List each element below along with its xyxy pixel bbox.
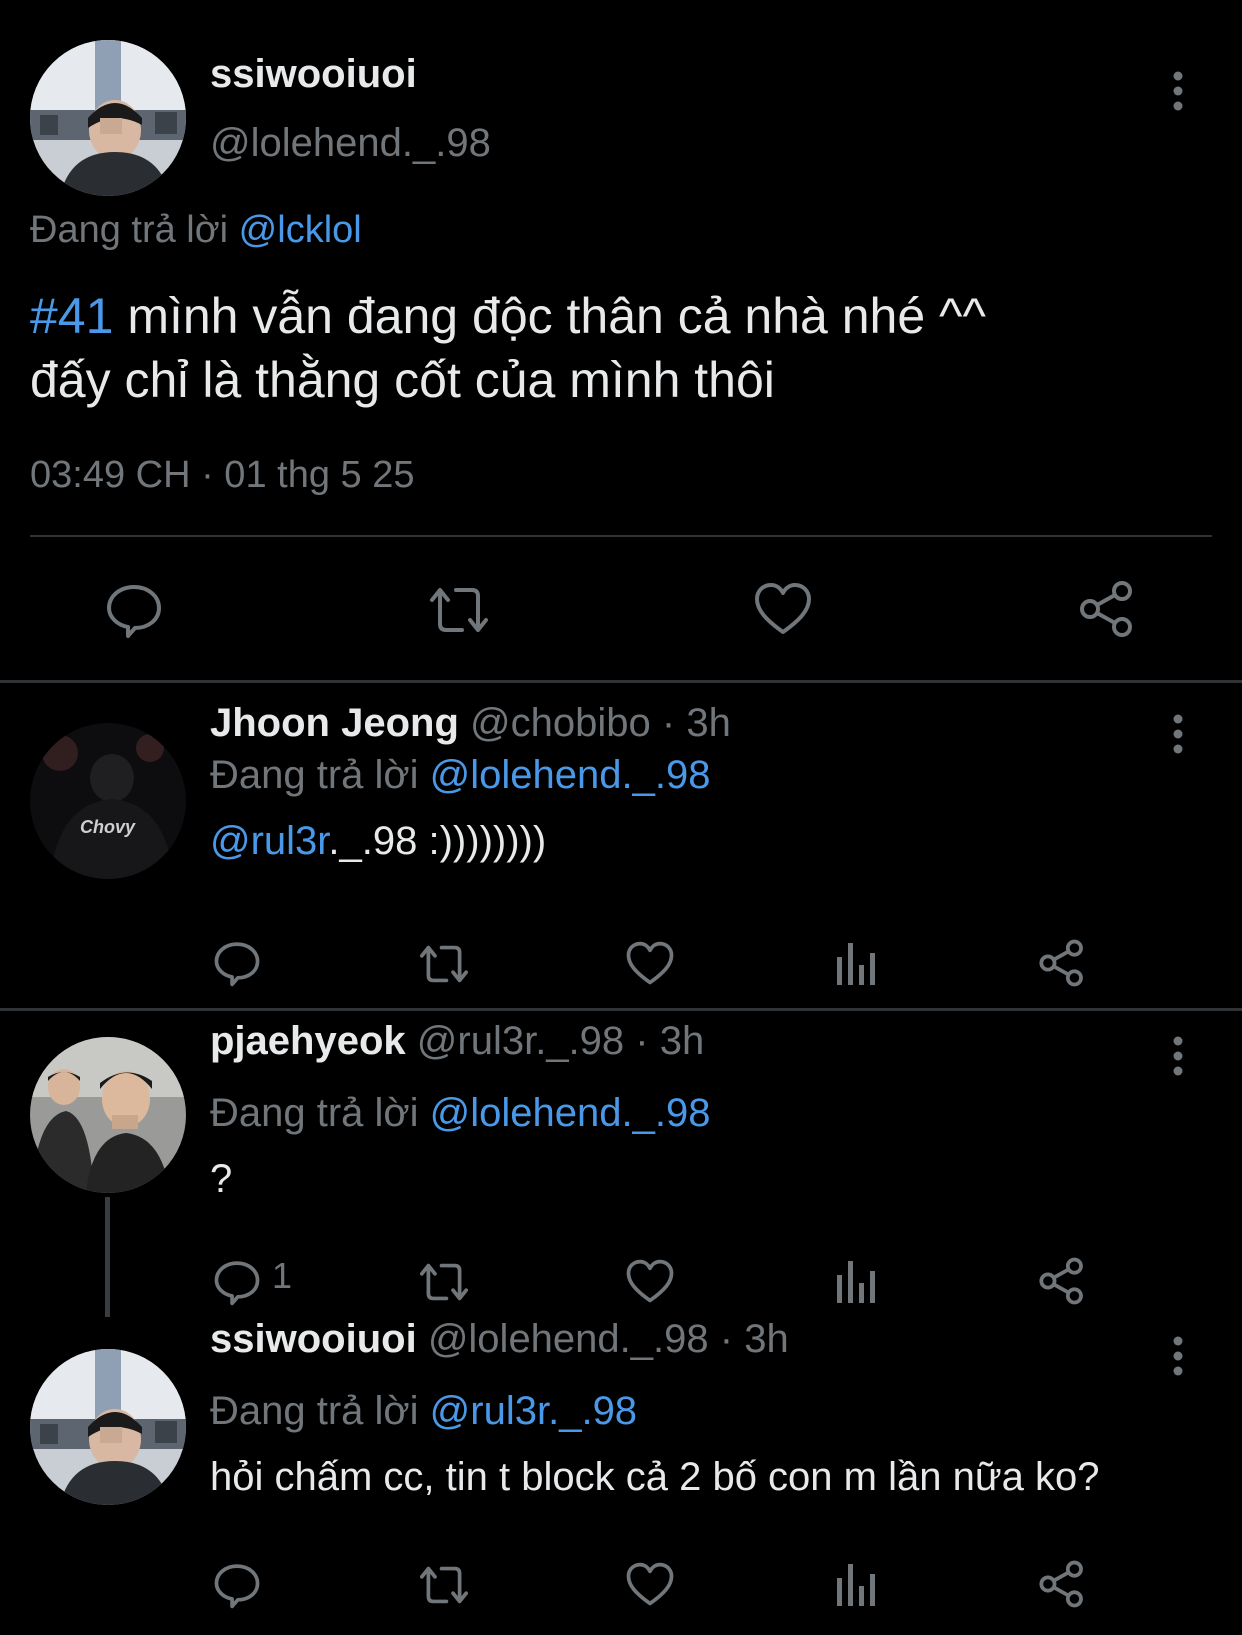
replying-to-line: Đang trả lời @rul3r._.98 [210, 1389, 637, 1434]
heart-icon[interactable] [626, 1259, 674, 1304]
avatar[interactable] [30, 40, 186, 196]
separator-dot: · [635, 1019, 649, 1063]
tweet-text-line1: mình vẫn đang độc thân cả nhà nhé ^^ [113, 288, 986, 344]
handle[interactable]: @lolehend._.98 [210, 121, 491, 166]
tweet-text: #41 mình vẫn đang độc thân cả nhà nhé ^^… [30, 284, 986, 412]
more-vertical-icon[interactable] [1158, 66, 1198, 116]
views-bar-chart-icon[interactable] [834, 939, 878, 987]
share-icon[interactable] [1038, 1257, 1086, 1305]
avatar[interactable]: Chovy [30, 723, 186, 879]
more-vertical-icon[interactable] [1158, 1331, 1198, 1381]
heart-icon[interactable] [754, 582, 812, 636]
reply-count: 1 [272, 1255, 293, 1296]
replying-to-line: Đang trả lời @lolehend._.98 [210, 753, 711, 798]
replying-to-link[interactable]: @lolehend._.98 [430, 753, 711, 797]
reply-header: ssiwooiuoi @lolehend._.98 · 3h [210, 1299, 789, 1379]
avatar[interactable] [30, 1349, 186, 1505]
tweet-text-line2: đấy chỉ là thằng cốt của mình thôi [30, 352, 775, 408]
reply-bubble-icon[interactable] [214, 939, 260, 987]
share-icon[interactable] [1038, 939, 1086, 987]
replying-to-label: Đang trả lời [30, 209, 229, 251]
reply-header: pjaehyeok @rul3r._.98 · 3h [210, 1001, 704, 1081]
replying-to-link[interactable]: @lcklol [239, 209, 362, 251]
separator-dot: · [661, 701, 676, 745]
retweet-icon[interactable] [416, 1562, 472, 1608]
share-icon[interactable] [1078, 580, 1136, 638]
views-bar-chart-icon[interactable] [834, 1560, 878, 1608]
display-name[interactable]: pjaehyeok [210, 1019, 406, 1063]
reply-tweet: Chovy Jhoon Jeong @chobibo · 3h Đang trả… [0, 683, 1242, 1008]
reply-text-body: ._.98 :)))))))) [328, 819, 547, 863]
heart-icon[interactable] [626, 941, 674, 986]
display-name[interactable]: ssiwooiuoi [210, 52, 417, 97]
retweet-icon[interactable] [426, 582, 492, 638]
replying-to-label: Đang trả lời [210, 1091, 419, 1135]
retweet-icon[interactable] [416, 941, 472, 987]
reply-tweet: pjaehyeok @rul3r._.98 · 3h Đang trả lời … [0, 1011, 1242, 1317]
share-icon[interactable] [1038, 1560, 1086, 1608]
handle[interactable]: @chobibo [470, 701, 651, 745]
separator-dot: · [719, 1317, 734, 1361]
main-tweet: ssiwooiuoi @lolehend._.98 Đang trả lời @… [0, 0, 1242, 682]
heart-icon[interactable] [626, 1562, 674, 1607]
more-vertical-icon[interactable] [1158, 709, 1198, 759]
replying-to-line: Đang trả lời @lcklol [30, 209, 362, 252]
more-vertical-icon[interactable] [1158, 1031, 1198, 1081]
views-bar-chart-icon[interactable] [834, 1257, 878, 1305]
mention-link[interactable]: @rul3r [210, 819, 328, 863]
replying-to-link[interactable]: @rul3r._.98 [430, 1389, 637, 1433]
replying-to-label: Đang trả lời [210, 753, 419, 797]
replying-to-link[interactable]: @lolehend._.98 [430, 1091, 711, 1135]
reply-tweet: ssiwooiuoi @lolehend._.98 · 3h Đang trả … [0, 1311, 1242, 1635]
thread-line [105, 1197, 110, 1317]
display-name[interactable]: Jhoon Jeong [210, 701, 459, 745]
reply-time[interactable]: 3h [686, 701, 731, 745]
hashtag-link[interactable]: #41 [30, 288, 113, 344]
handle[interactable]: @lolehend._.98 [428, 1317, 709, 1361]
svg-text:Chovy: Chovy [80, 817, 136, 837]
replying-to-label: Đang trả lời [210, 1389, 419, 1433]
timestamp[interactable]: 03:49 CH · 01 thg 5 25 [30, 454, 414, 497]
replying-to-line: Đang trả lời @lolehend._.98 [210, 1091, 711, 1136]
reply-time[interactable]: 3h [744, 1317, 789, 1361]
reply-bubble-icon[interactable] [106, 582, 162, 638]
divider [30, 535, 1212, 537]
reply-bubble-icon[interactable] [214, 1561, 260, 1609]
reply-time[interactable]: 3h [660, 1019, 705, 1063]
avatar[interactable] [30, 1037, 186, 1193]
reply-header: Jhoon Jeong @chobibo · 3h [210, 701, 731, 746]
reply-text: @rul3r._.98 :)))))))) [210, 819, 546, 864]
reply-text: hỏi chấm cc, tin t block cả 2 bố con m l… [210, 1455, 1100, 1499]
display-name[interactable]: ssiwooiuoi [210, 1317, 417, 1361]
reply-text: ? [210, 1157, 233, 1201]
handle[interactable]: @rul3r._.98 [417, 1019, 624, 1063]
